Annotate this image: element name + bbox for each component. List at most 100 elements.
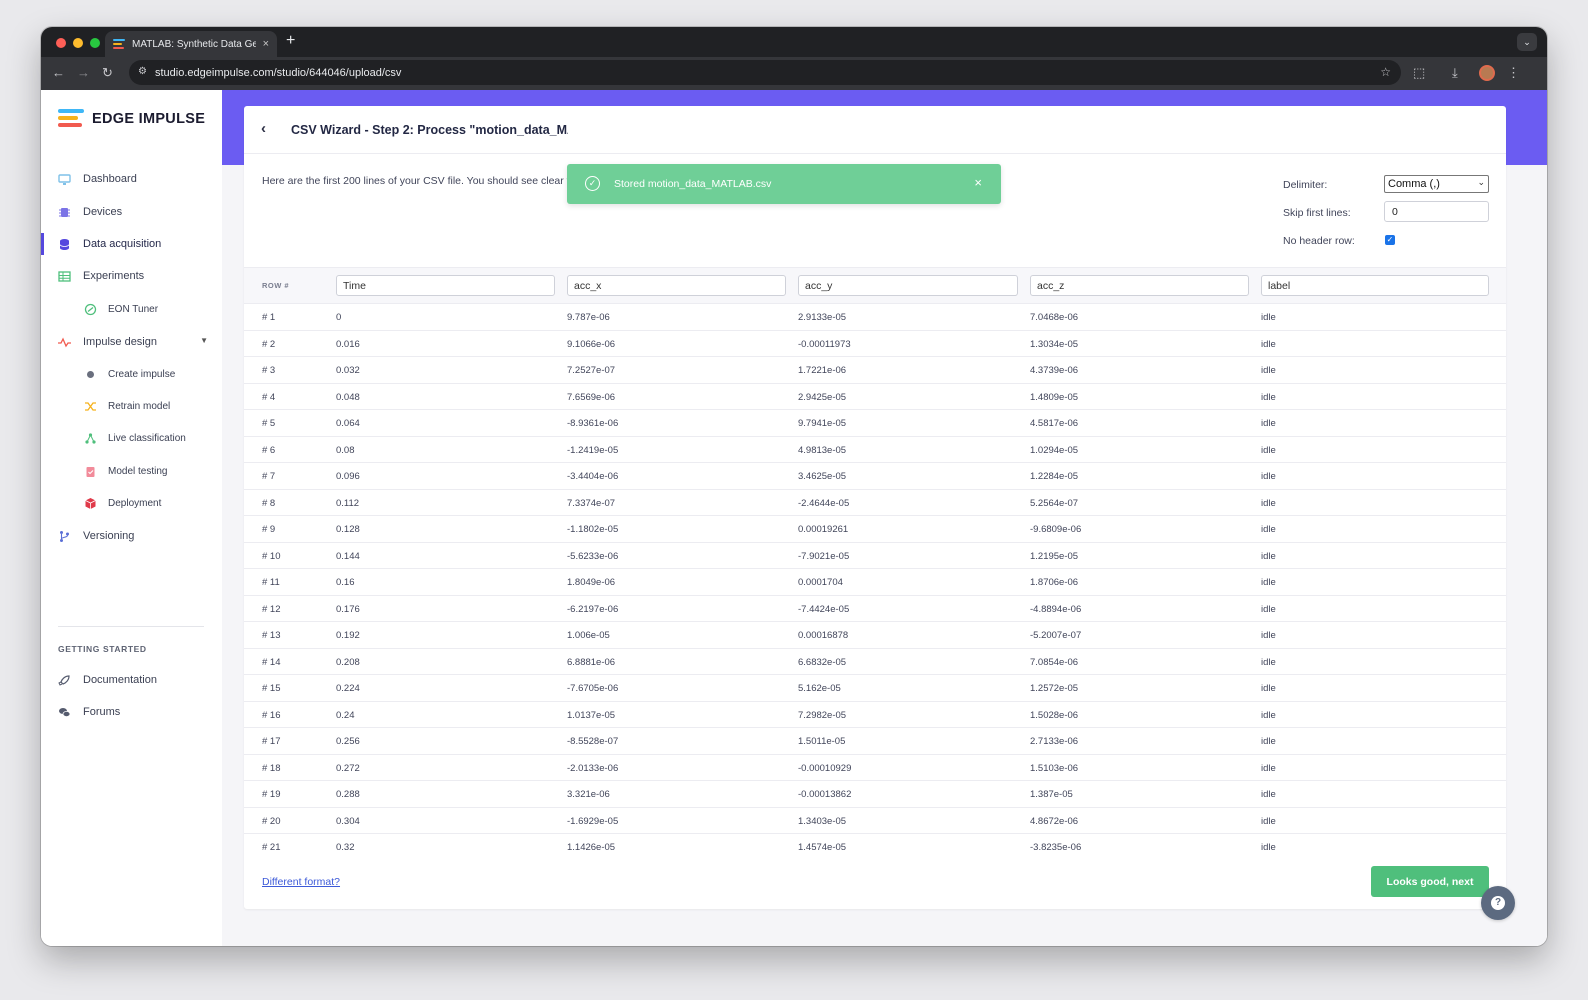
sidebar-item-data-acquisition[interactable]: Data acquisition (58, 233, 161, 255)
cell-acc-x: -8.9361e-06 (567, 418, 619, 429)
sidebar-item-label: Model testing (108, 465, 168, 477)
sidebar-item-label: Retrain model (108, 400, 171, 412)
column-name-input-acc-y[interactable]: acc_y (798, 275, 1018, 296)
cell-acc-z: 4.5817e-06 (1030, 418, 1079, 429)
minimize-window-button[interactable] (73, 38, 83, 48)
url-field[interactable]: ⚙ studio.edgeimpulse.com/studio/644046/u… (129, 60, 1401, 85)
sidebar-item-live-classification[interactable]: Live classification (84, 427, 186, 449)
table-row: # 2 0.016 9.1066e-06 -0.00011973 1.3034e-05 i… (244, 331, 1506, 357)
cell-label: idle (1261, 550, 1276, 562)
back-button[interactable]: ‹ (261, 120, 266, 137)
tab-search-button[interactable]: ⌄ (1517, 33, 1537, 51)
cell-acc-z: 4.3739e-06 (1030, 365, 1079, 376)
close-window-button[interactable] (56, 38, 66, 48)
cell-acc-y: 3.4625e-05 (798, 471, 847, 482)
cell-label: idle (1261, 338, 1276, 350)
new-tab-button[interactable]: + (286, 32, 295, 50)
column-name-input-label[interactable]: label (1261, 275, 1489, 296)
cell-acc-y: 1.4574e-05 (798, 842, 847, 852)
row-number: # 21 (262, 842, 281, 852)
sidebar-item-forums[interactable]: Forums (58, 701, 120, 723)
sidebar-item-retrain-model[interactable]: Retrain model (84, 395, 170, 417)
skip-lines-input[interactable]: 0 (1384, 201, 1489, 222)
cell-label: idle (1261, 762, 1276, 774)
card-header: ‹ CSV Wizard - Step 2: Process "motion_d… (244, 106, 1506, 154)
cell-time: 0.112 (336, 497, 360, 509)
sidebar-item-documentation[interactable]: Documentation (58, 669, 157, 691)
different-format-link[interactable]: Different format? (262, 876, 340, 888)
sidebar-item-model-testing[interactable]: Model testing (84, 460, 167, 482)
sidebar-item-experiments[interactable]: Experiments (58, 265, 144, 287)
cell-acc-y: 0.0001704 (798, 577, 843, 588)
sidebar-item-impulse-design[interactable]: Impulse design ▼ (58, 331, 208, 353)
row-number: # 17 (262, 736, 281, 747)
download-icon[interactable]: ⤓ (1452, 65, 1458, 81)
cell-time: 0.32 (336, 842, 355, 852)
cell-time: 0.032 (336, 365, 360, 376)
sidebar-item-label: EON Tuner (108, 303, 159, 315)
chevron-down-icon[interactable]: ▼ (200, 336, 208, 345)
cell-acc-x: 9.1066e-06 (567, 338, 616, 350)
cell-acc-z: 5.2564e-07 (1030, 497, 1079, 509)
cell-acc-z: 2.7133e-06 (1030, 736, 1079, 747)
bookmark-star-icon[interactable]: ☆ (1380, 65, 1391, 79)
sidebar-item-create-impulse[interactable]: Create impulse (84, 363, 175, 385)
site-settings-icon[interactable]: ⚙ (138, 66, 147, 77)
profile-avatar[interactable] (1479, 65, 1495, 81)
browser-tab[interactable]: MATLAB: Synthetic Data Gen × (105, 31, 277, 57)
column-name-input-acc-x[interactable]: acc_x (567, 275, 786, 296)
cell-acc-z: 1.2284e-05 (1030, 471, 1079, 482)
column-name-input-time[interactable]: Time (336, 275, 555, 296)
cell-acc-y: 9.7941e-05 (798, 418, 847, 429)
browser-window: MATLAB: Synthetic Data Gen × + ⌄ ← → ↻ ⚙… (41, 27, 1547, 946)
cell-label: idle (1261, 603, 1276, 615)
edge-impulse-favicon-icon (113, 39, 125, 49)
cell-time: 0.176 (336, 603, 360, 615)
tab-close-icon[interactable]: × (263, 38, 269, 50)
extensions-icon[interactable]: ⬚ (1413, 65, 1425, 81)
cell-acc-x: -5.6233e-06 (567, 550, 619, 562)
table-row: # 10 0.144 -5.6233e-06 -7.9021e-05 1.2195e-0… (244, 543, 1506, 569)
cell-time: 0.224 (336, 683, 360, 694)
sidebar: EDGE IMPULSE Dashboard Devices Data acqu… (41, 90, 222, 946)
table-row: # 4 0.048 7.6569e-06 2.9425e-05 1.4809e-05 id… (244, 384, 1506, 410)
sidebar-item-label: Impulse design (83, 336, 157, 348)
reload-icon[interactable]: ↻ (102, 65, 113, 81)
cell-label: idle (1261, 656, 1276, 668)
cell-time: 0.08 (336, 444, 355, 456)
cell-acc-z: 1.0294e-05 (1030, 444, 1079, 456)
help-button[interactable]: ? (1481, 886, 1515, 920)
maximize-window-button[interactable] (90, 38, 100, 48)
cell-acc-x: 1.0137e-05 (567, 709, 616, 721)
sidebar-item-eon-tuner[interactable]: EON Tuner (84, 298, 158, 320)
cell-time: 0.128 (336, 524, 360, 535)
delimiter-select[interactable]: Comma (,) ⌄ (1384, 175, 1489, 193)
row-number: # 18 (262, 762, 281, 774)
sidebar-item-dashboard[interactable]: Dashboard (58, 168, 137, 190)
table-row: # 8 0.112 7.3374e-07 -2.4644e-05 5.2564e-07 i… (244, 490, 1506, 516)
no-header-checkbox[interactable]: ✓ (1385, 235, 1395, 245)
brand-logo[interactable]: EDGE IMPULSE (58, 109, 205, 129)
cell-label: idle (1261, 577, 1276, 588)
cell-acc-x: 3.321e-06 (567, 789, 610, 800)
back-icon[interactable]: ← (52, 65, 65, 80)
column-name-input-acc-z[interactable]: acc_z (1030, 275, 1249, 296)
sidebar-item-versioning[interactable]: Versioning (58, 525, 134, 547)
cell-acc-x: 7.3374e-07 (567, 497, 616, 509)
sidebar-divider (58, 626, 204, 627)
sidebar-item-devices[interactable]: Devices (58, 201, 122, 223)
cell-acc-x: -3.4404e-06 (567, 471, 619, 482)
table-row: # 18 0.272 -2.0133e-06 -0.00010929 1.5103e-0… (244, 755, 1506, 781)
cube-icon (84, 497, 97, 510)
looks-good-next-button[interactable]: Looks good, next (1371, 866, 1489, 897)
cell-label: idle (1261, 391, 1276, 403)
cell-time: 0.256 (336, 736, 360, 747)
menu-kebab-icon[interactable]: ⋮ (1507, 65, 1520, 81)
forward-icon[interactable]: → (77, 65, 90, 80)
toast-close-icon[interactable]: × (974, 175, 982, 190)
table-row: # 17 0.256 -8.5528e-07 1.5011e-05 2.7133e-06… (244, 728, 1506, 755)
sidebar-item-deployment[interactable]: Deployment (84, 492, 161, 514)
sidebar-item-label: Dashboard (83, 173, 137, 185)
cell-label: idle (1261, 709, 1276, 721)
row-number: # 10 (262, 550, 281, 562)
